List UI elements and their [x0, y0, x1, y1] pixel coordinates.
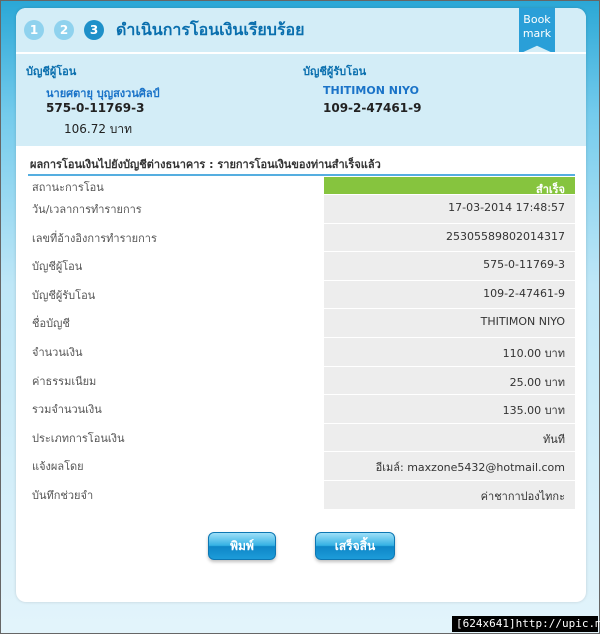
row-label: จำนวนเงิน [28, 336, 324, 366]
row-value: THITIMON NIYO [324, 308, 575, 337]
to-account-name: THITIMON NIYO [323, 84, 419, 97]
row-value: ทันที [324, 422, 575, 452]
table-row: เลขที่อ้างอิงการทำรายการ 253055898020143… [28, 222, 575, 252]
from-account-number: 575-0-11769-3 [46, 101, 145, 115]
row-value: 25.00 บาท [324, 365, 575, 395]
from-account-balance: 106.72 บาท [64, 122, 133, 136]
table-row: สถานะการโอน สำเร็จ [28, 176, 575, 196]
row-label: บัญชีผู้รับโอน [28, 279, 324, 309]
row-label: แจ้งผลโดย [28, 451, 324, 480]
table-row: วัน/เวลาการทำรายการ 17-03-2014 17:48:57 [28, 194, 575, 223]
print-button[interactable]: พิมพ์ [208, 532, 276, 560]
page-title: ดำเนินการโอนเงินเรียบร้อย [116, 19, 305, 39]
status-badge: สำเร็จ [324, 176, 575, 196]
row-label: สถานะการโอน [28, 176, 324, 194]
done-button[interactable]: เสร็จสิ้น [315, 532, 395, 560]
step-2-indicator: 2 [54, 20, 74, 40]
table-row: บัญชีผู้โอน 575-0-11769-3 [28, 251, 575, 280]
row-value: 17-03-2014 17:48:57 [324, 194, 575, 223]
table-row: บันทึกช่วยจำ ค่าชากาปองไทกะ [28, 479, 575, 509]
row-label: บัญชีผู้โอน [28, 251, 324, 280]
table-row: จำนวนเงิน 110.00 บาท [28, 336, 575, 366]
row-label: ค่าธรรมเนียม [28, 365, 324, 395]
result-heading: ผลการโอนเงินไปยังบัญชีต่างธนาคาร : รายกา… [30, 158, 381, 171]
title-divider [16, 52, 586, 54]
table-row: แจ้งผลโดย อีเมล์: maxzone5432@hotmail.co… [28, 451, 575, 480]
table-row: ประเภทการโอนเงิน ทันที [28, 422, 575, 452]
row-label: เลขที่อ้างอิงการทำรายการ [28, 222, 324, 252]
transfer-detail-table: สถานะการโอน สำเร็จ วัน/เวลาการทำรายการ 1… [28, 176, 575, 509]
row-value: ค่าชากาปองไทกะ [324, 479, 575, 509]
row-value: 575-0-11769-3 [324, 251, 575, 280]
row-label: รวมจำนวนเงิน [28, 394, 324, 423]
bookmark-label-line2: mark [522, 27, 552, 40]
table-row: ค่าธรรมเนียม 25.00 บาท [28, 365, 575, 395]
to-account-number: 109-2-47461-9 [323, 101, 422, 115]
table-row: บัญชีผู้รับโอน 109-2-47461-9 [28, 279, 575, 309]
row-value: 109-2-47461-9 [324, 279, 575, 309]
row-label: ประเภทการโอนเงิน [28, 422, 324, 452]
table-row: รวมจำนวนเงิน 135.00 บาท [28, 394, 575, 423]
row-value: 135.00 บาท [324, 394, 575, 423]
table-row: ชื่อบัญชี THITIMON NIYO [28, 308, 575, 337]
from-account-name: นายศตายุ บุญสงวนศิลป์ [46, 87, 160, 100]
row-value: 25305589802014317 [324, 222, 575, 252]
row-label: ชื่อบัญชี [28, 308, 324, 337]
row-label: วัน/เวลาการทำรายการ [28, 194, 324, 223]
row-value: อีเมล์: maxzone5432@hotmail.com [324, 451, 575, 480]
from-account-label: บัญชีผู้โอน [26, 65, 77, 78]
row-value: 110.00 บาท [324, 336, 575, 366]
row-label: บันทึกช่วยจำ [28, 479, 324, 509]
image-size-tag: [624x641]http://upic.me/ [452, 616, 600, 632]
step-3-indicator: 3 [84, 20, 104, 40]
step-1-indicator: 1 [24, 20, 44, 40]
title-row: 1 2 3 ดำเนินการโอนเงินเรียบร้อย [24, 16, 305, 44]
bookmark-label-line1: Book [523, 13, 551, 26]
to-account-label: บัญชีผู้รับโอน [303, 65, 367, 78]
